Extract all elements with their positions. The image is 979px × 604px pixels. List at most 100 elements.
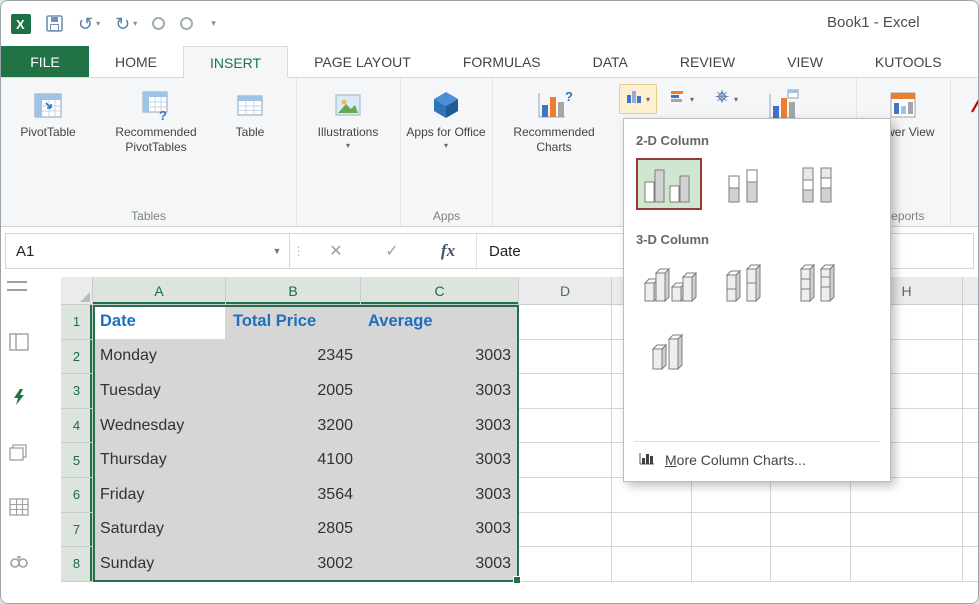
row-header-6[interactable]: 6 (61, 478, 93, 513)
find-button[interactable] (7, 551, 31, 573)
row-header-5[interactable]: 5 (61, 443, 93, 478)
cell-G6[interactable] (771, 478, 851, 513)
cell-B3[interactable]: 2005 (226, 374, 361, 409)
chart-2d-stacked-column[interactable] (710, 158, 776, 210)
cell-D5[interactable] (519, 443, 612, 478)
tab-kutools[interactable]: KUTOOLS (849, 46, 968, 77)
column-header-A[interactable]: A (93, 277, 226, 305)
record-circle-button-2[interactable] (180, 17, 193, 30)
cell-B1[interactable]: Total Price (226, 305, 361, 340)
tab-data[interactable]: DATA (567, 46, 654, 77)
tab-page-layout[interactable]: PAGE LAYOUT (288, 46, 437, 77)
cell-C6[interactable]: 3003 (361, 478, 519, 513)
tab-insert[interactable]: INSERT (183, 46, 288, 78)
formula-helper-button[interactable] (7, 386, 31, 408)
row-header-2[interactable]: 2 (61, 340, 93, 375)
chart-3d-clustered-column[interactable] (636, 257, 702, 309)
insert-column-chart-button[interactable]: ▾ (619, 84, 657, 114)
illustrations-button[interactable]: Illustrations ▾ (299, 80, 397, 150)
cell-D6[interactable] (519, 478, 612, 513)
cell-B2[interactable]: 2345 (226, 340, 361, 375)
tab-formulas[interactable]: FORMULAS (437, 46, 567, 77)
column-header-B[interactable]: B (226, 277, 361, 305)
chart-3d-column[interactable] (636, 325, 702, 377)
undo-button[interactable]: ↺▾ (78, 15, 100, 33)
redo-button[interactable]: ↻▾ (115, 15, 137, 33)
pane-collapse-handle-icon[interactable] (7, 281, 27, 291)
cell-B5[interactable]: 4100 (226, 443, 361, 478)
cell-A1[interactable]: Date (93, 305, 226, 340)
more-column-charts-item[interactable]: More Column Charts... (634, 442, 880, 473)
name-box-value[interactable]: A1 (6, 243, 265, 260)
insert-bar-chart-button[interactable]: ▾ (663, 84, 701, 114)
worksheets-stack-button[interactable] (7, 441, 31, 463)
cell-B8[interactable]: 3002 (226, 547, 361, 582)
cell-E6[interactable] (612, 478, 692, 513)
confirm-entry-button[interactable]: ✓ (364, 234, 420, 268)
insert-function-button[interactable]: fx (420, 234, 476, 268)
row-header-4[interactable]: 4 (61, 409, 93, 444)
cell-C4[interactable]: 3003 (361, 409, 519, 444)
record-circle-button[interactable] (152, 17, 165, 30)
cell-D4[interactable] (519, 409, 612, 444)
redo-caret-icon[interactable]: ▾ (133, 20, 137, 28)
cell-A7[interactable]: Saturday (93, 513, 226, 548)
chart-3d-100-stacked-column[interactable] (784, 257, 850, 309)
cell-H7[interactable] (851, 513, 963, 548)
grid-view-button[interactable] (7, 496, 31, 518)
cell-C8[interactable]: 3003 (361, 547, 519, 582)
table-button[interactable]: Table (219, 80, 281, 140)
cell-C5[interactable]: 3003 (361, 443, 519, 478)
chart-2d-clustered-column[interactable] (636, 158, 702, 210)
row-header-1[interactable]: 1 (61, 305, 93, 340)
navigation-pane-button[interactable] (7, 331, 31, 353)
select-all-corner[interactable] (61, 277, 93, 305)
row-header-7[interactable]: 7 (61, 513, 93, 548)
cell-B6[interactable]: 3564 (226, 478, 361, 513)
tab-review[interactable]: REVIEW (654, 46, 761, 77)
cell-C2[interactable]: 3003 (361, 340, 519, 375)
cell-F7[interactable] (692, 513, 771, 548)
recommended-pivottables-button[interactable]: ? Recommended PivotTables (93, 80, 219, 155)
cell-A6[interactable]: Friday (93, 478, 226, 513)
cell-H8[interactable] (851, 547, 963, 582)
cell-B4[interactable]: 3200 (226, 409, 361, 444)
cell-C3[interactable]: 3003 (361, 374, 519, 409)
row-header-3[interactable]: 3 (61, 374, 93, 409)
cell-C1[interactable]: Average (361, 305, 519, 340)
cell-D2[interactable] (519, 340, 612, 375)
pivottable-button[interactable]: PivotTable (3, 80, 93, 140)
insert-radar-chart-button[interactable]: ▾ (707, 84, 745, 114)
cancel-entry-button[interactable]: ✕ (308, 234, 364, 268)
name-box[interactable]: A1 ▼ (6, 234, 290, 268)
cell-A4[interactable]: Wednesday (93, 409, 226, 444)
chart-3d-stacked-column[interactable] (710, 257, 776, 309)
cell-G7[interactable] (771, 513, 851, 548)
cell-C7[interactable]: 3003 (361, 513, 519, 548)
cell-G8[interactable] (771, 547, 851, 582)
fill-handle[interactable] (513, 576, 521, 584)
cell-E8[interactable] (612, 547, 692, 582)
recommended-charts-button[interactable]: ? Recommended Charts (495, 80, 613, 155)
cell-A2[interactable]: Monday (93, 340, 226, 375)
cell-E7[interactable] (612, 513, 692, 548)
cell-F8[interactable] (692, 547, 771, 582)
cell-F6[interactable] (692, 478, 771, 513)
cell-A5[interactable]: Thursday (93, 443, 226, 478)
cell-D1[interactable] (519, 305, 612, 340)
cell-D3[interactable] (519, 374, 612, 409)
row-header-8[interactable]: 8 (61, 547, 93, 582)
tab-file[interactable]: FILE (1, 46, 89, 77)
tab-view[interactable]: VIEW (761, 46, 849, 77)
name-box-caret-icon[interactable]: ▼ (265, 246, 289, 256)
line-sparkline-button[interactable] (953, 80, 978, 125)
cell-H6[interactable] (851, 478, 963, 513)
apps-for-office-button[interactable]: Apps for Office ▾ (403, 80, 489, 150)
customize-qat-icon[interactable]: ▾ (211, 18, 216, 29)
save-button[interactable] (46, 15, 63, 32)
column-header-C[interactable]: C (361, 277, 519, 305)
undo-caret-icon[interactable]: ▾ (96, 20, 100, 28)
cell-D8[interactable] (519, 547, 612, 582)
cell-B7[interactable]: 2805 (226, 513, 361, 548)
cell-A8[interactable]: Sunday (93, 547, 226, 582)
